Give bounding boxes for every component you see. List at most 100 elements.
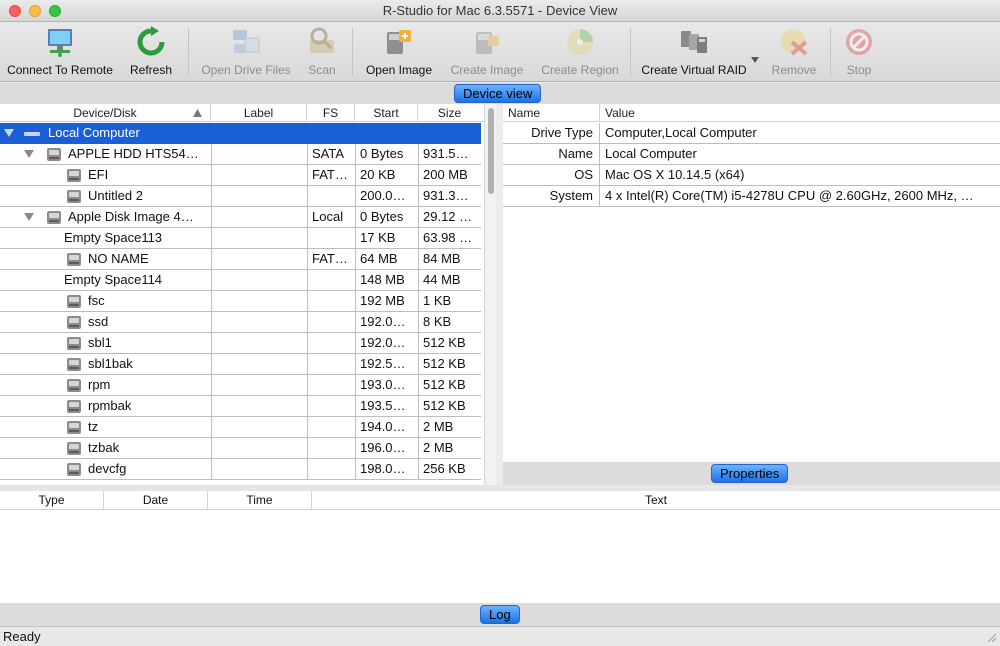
device-fs-cell [307,123,355,143]
toolbar-label: Create Region [541,63,619,77]
hdd-icon [67,253,81,266]
device-start-cell: 20 KB [355,165,418,185]
device-start-cell: 193.5… [355,396,418,416]
device-row[interactable]: Local Computer [0,123,481,144]
toolbar: Connect To Remote Refresh Open Drive Fil… [0,22,1000,82]
properties-header: Name Value [503,104,1000,122]
device-view-button[interactable]: Device view [454,84,542,103]
stop-button[interactable]: Stop [836,22,882,82]
open-image-button[interactable]: Open Image [360,22,438,82]
device-row[interactable]: sbl1 192.0… 512 KB [0,333,481,354]
property-row[interactable]: OS Mac OS X 10.14.5 (x64) [503,165,1000,186]
column-header-fs[interactable]: FS [307,104,355,122]
device-row[interactable]: rpmbak 193.5… 512 KB [0,396,481,417]
disclosure-triangle-icon[interactable] [24,213,34,221]
column-header-value[interactable]: Value [600,104,1000,122]
device-label-cell [211,312,307,332]
device-row[interactable]: rpm 193.0… 512 KB [0,375,481,396]
device-fs-cell: Local [307,207,355,227]
connect-to-remote-button[interactable]: Connect To Remote [4,22,116,82]
disclosure-triangle-icon[interactable] [24,150,34,158]
device-row[interactable]: ssd 192.0… 8 KB [0,312,481,333]
device-row[interactable]: sbl1bak 192.5… 512 KB [0,354,481,375]
stop-icon [846,29,872,55]
create-image-button[interactable]: Create Image [446,22,528,82]
device-fs-cell [307,186,355,206]
device-fs-cell [307,333,355,353]
device-row[interactable]: EFI FAT… 20 KB 200 MB [0,165,481,186]
toolbar-label: Create Image [450,63,524,77]
device-row[interactable]: fsc 192 MB 1 KB [0,291,481,312]
device-row[interactable]: tzbak 196.0… 2 MB [0,438,481,459]
device-label-cell [211,354,307,374]
properties-button[interactable]: Properties [711,464,789,483]
column-header-date[interactable]: Date [104,491,208,510]
hdd-icon [67,295,81,308]
toolbar-label: Connect To Remote [7,63,113,77]
device-row[interactable]: devcfg 198.0… 256 KB [0,459,481,480]
column-header-label[interactable]: Label [211,104,307,122]
device-row[interactable]: tz 194.0… 2 MB [0,417,481,438]
device-label-cell [211,207,307,227]
column-header-time[interactable]: Time [208,491,312,510]
device-row[interactable]: APPLE HDD HTS54… SATA 0 Bytes 931.5… [0,144,481,165]
property-value: 4 x Intel(R) Core(TM) i5-4278U CPU @ 2.6… [605,188,974,203]
device-start-cell: 198.0… [355,459,418,479]
hdd-icon [67,463,81,476]
raid-dropdown-arrow-icon[interactable] [750,56,760,64]
device-name: sbl1bak [88,356,133,371]
device-fs-cell [307,312,355,332]
disclosure-triangle-icon[interactable] [4,129,14,137]
refresh-icon [137,26,165,56]
device-size-cell: 512 KB [418,354,481,374]
toolbar-separator [630,28,631,76]
device-row[interactable]: Apple Disk Image 4… Local 0 Bytes 29.12 … [0,207,481,228]
device-fs-cell [307,459,355,479]
device-size-cell: 1 KB [418,291,481,311]
device-name: Untitled 2 [88,188,143,203]
device-fs-cell: FAT… [307,249,355,269]
log-button[interactable]: Log [480,605,520,624]
device-row[interactable]: Empty Space113 17 KB 63.98 … [0,228,481,249]
device-row[interactable]: NO NAME FAT… 64 MB 84 MB [0,249,481,270]
device-size-cell: 44 MB [418,270,481,290]
column-header-size[interactable]: Size [418,104,481,122]
column-header-type[interactable]: Type [0,491,104,510]
device-fs-cell [307,228,355,248]
zoom-window-button[interactable] [49,5,61,17]
device-tree-header: Device/Disk Label FS Start Size [0,104,484,122]
column-header-device[interactable]: Device/Disk [0,104,211,122]
property-row[interactable]: Drive Type Computer,Local Computer [503,123,1000,144]
property-row[interactable]: Name Local Computer [503,144,1000,165]
device-start-cell: 0 Bytes [355,207,418,227]
scan-button[interactable]: Scan [298,22,346,82]
device-name: Apple Disk Image 4… [68,209,194,224]
create-region-button[interactable]: Create Region [536,22,624,82]
toolbar-label: Refresh [129,63,173,77]
toolbar-label: Open Drive Files [201,63,291,77]
refresh-button[interactable]: Refresh [122,22,180,82]
resize-grip-icon[interactable] [985,631,997,643]
monitor-network-icon [48,29,72,57]
device-row[interactable]: Empty Space114 148 MB 44 MB [0,270,481,291]
device-tree-scrollbar[interactable] [484,104,496,485]
column-header-text[interactable]: Text [312,491,1000,510]
open-drive-files-button[interactable]: Open Drive Files [196,22,296,82]
column-header-start[interactable]: Start [355,104,418,122]
device-name: APPLE HDD HTS54… [68,146,199,161]
device-row[interactable]: Untitled 2 200.0… 931.3… [0,186,481,207]
remove-button[interactable]: Remove [764,22,824,82]
device-size-cell: 200 MB [418,165,481,185]
scrollbar-thumb[interactable] [488,108,494,194]
title-bar: R-Studio for Mac 6.3.5571 - Device View [0,0,1000,22]
column-header-name[interactable]: Name [503,104,600,122]
close-window-button[interactable] [9,5,21,17]
device-name: rpmbak [88,398,132,413]
property-name: OS [503,165,600,185]
device-start-cell: 148 MB [355,270,418,290]
create-virtual-raid-button[interactable]: Create Virtual RAID [638,22,750,82]
status-text: Ready [3,629,41,644]
minimize-window-button[interactable] [29,5,41,17]
toolbar-separator [188,28,189,76]
property-row[interactable]: System 4 x Intel(R) Core(TM) i5-4278U CPU… [503,186,1000,207]
